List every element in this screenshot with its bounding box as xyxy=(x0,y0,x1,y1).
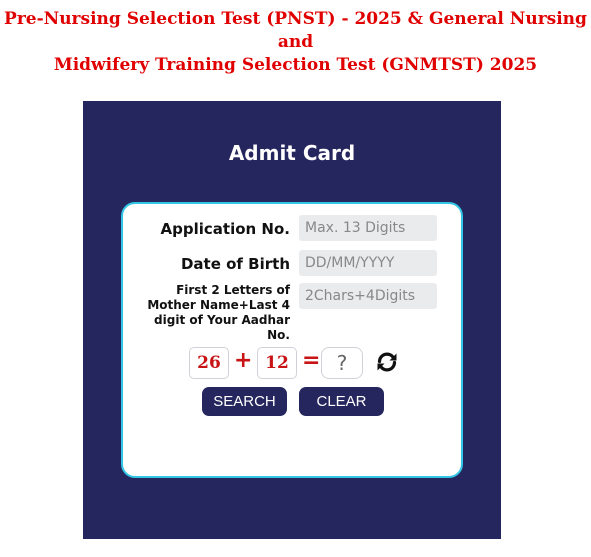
application-no-input[interactable] xyxy=(299,215,437,241)
page-title-line-2: Midwifery Training Selection Test (GNMTS… xyxy=(53,55,538,75)
clear-button[interactable]: CLEAR xyxy=(299,387,384,416)
captcha-equals-sign: = xyxy=(302,348,321,373)
dob-label: Date of Birth xyxy=(180,255,290,273)
captcha-operand-1: 26 xyxy=(189,347,229,379)
captcha-answer-input[interactable] xyxy=(321,347,363,379)
mother-aadhar-label: First 2 Letters of Mother Name+Last 4 di… xyxy=(147,283,290,342)
captcha-plus-sign: + xyxy=(234,348,253,373)
admit-card-form: Application No. Date of Birth First 2 Le… xyxy=(121,202,463,478)
mother-aadhar-input[interactable] xyxy=(299,283,437,309)
page-title-line-1: Pre-Nursing Selection Test (PNST) - 2025… xyxy=(4,9,587,52)
admit-card-title: Admit Card xyxy=(228,141,356,165)
refresh-icon[interactable] xyxy=(375,350,399,374)
application-no-label: Application No. xyxy=(160,220,290,238)
admit-card-panel: Admit Card Application No. Date of Birth… xyxy=(83,101,501,539)
page-title: Pre-Nursing Selection Test (PNST) - 2025… xyxy=(0,8,591,77)
dob-input[interactable] xyxy=(299,250,437,276)
search-button[interactable]: SEARCH xyxy=(202,387,287,416)
captcha-operand-2: 12 xyxy=(257,347,297,379)
